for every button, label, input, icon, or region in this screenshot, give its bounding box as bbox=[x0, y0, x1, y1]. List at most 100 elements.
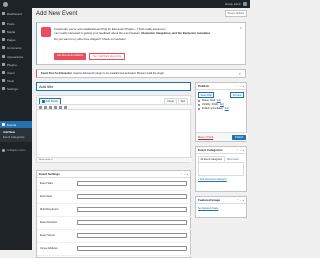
get-addons-button[interactable]: Get Elementor Addons bbox=[54, 53, 87, 61]
move-to-trash-link[interactable]: Move to Trash bbox=[198, 136, 213, 139]
chevron-up-icon[interactable]: ⌃ bbox=[236, 149, 238, 152]
screen-options-button[interactable]: Screen Options bbox=[224, 10, 247, 17]
editor-toolbar bbox=[37, 104, 192, 110]
text-input[interactable] bbox=[77, 207, 187, 212]
sidebar-item-media[interactable]: Media bbox=[0, 28, 32, 35]
chevron-up-icon[interactable]: ⌃ bbox=[180, 173, 182, 176]
category-checklist[interactable] bbox=[198, 161, 244, 176]
close-icon[interactable]: ✕ bbox=[238, 72, 241, 76]
add-category-link[interactable]: + Add New Event Category bbox=[196, 176, 246, 183]
text-input[interactable] bbox=[77, 181, 187, 186]
sidebar-item-events[interactable]: Events bbox=[0, 121, 32, 128]
think-later-button[interactable]: No, I will think about this bbox=[89, 53, 126, 61]
content-editor[interactable]: Add Media Visual Text Word count: 0 bbox=[36, 95, 192, 163]
triangle-toggle-icon[interactable]: ▴ bbox=[243, 149, 244, 152]
notice-text: requires Elementor plugin to be installe… bbox=[73, 72, 165, 75]
collapse-label: Collapse menu bbox=[7, 148, 26, 152]
box-title: Event Settings bbox=[39, 172, 60, 176]
wordpress-logo-icon[interactable] bbox=[3, 1, 8, 7]
text-input[interactable] bbox=[77, 233, 187, 238]
quote-icon[interactable] bbox=[54, 105, 57, 109]
page-icon bbox=[2, 38, 5, 41]
sidebar-item-comments[interactable]: Comments bbox=[0, 44, 32, 51]
publish-time-edit-link[interactable]: Edit bbox=[225, 107, 229, 111]
event-settings-header[interactable]: Event Settings ⌃ ⌄ ▴ bbox=[37, 171, 190, 178]
sidebar-item-label: Posts bbox=[7, 21, 15, 26]
submenu-event-categories[interactable]: Event Categories bbox=[3, 135, 24, 139]
chevron-up-icon[interactable]: ⌃ bbox=[236, 199, 238, 202]
field-label: Event End bbox=[40, 195, 52, 198]
chevron-up-icon[interactable]: ⌃ bbox=[236, 85, 238, 88]
notice-text: It looks like you've just installed Even… bbox=[54, 27, 229, 41]
publish-box: Publish ⌃ ⌄ ▴ Save Draft Preview Status: D… bbox=[195, 82, 248, 142]
publish-misc: Status: Draft Edit Visibility: Public Edit… bbox=[196, 98, 246, 112]
avatar[interactable] bbox=[243, 2, 247, 6]
set-featured-image-link[interactable]: Set featured image bbox=[196, 204, 246, 213]
link-icon[interactable] bbox=[49, 105, 52, 109]
categories-header[interactable]: Event Categories ⌃ ⌄ ▴ bbox=[196, 147, 246, 154]
media-icon bbox=[42, 100, 45, 103]
events-submenu: Add New Event Categories bbox=[0, 128, 32, 142]
main-content: Add New Event Screen Options It looks li… bbox=[32, 8, 250, 258]
sidebar-item-label: Media bbox=[7, 29, 16, 34]
submenu-add-new[interactable]: Add New bbox=[3, 130, 15, 134]
sidebar-item-settings[interactable]: Settings bbox=[0, 85, 32, 92]
box-title: Publish bbox=[198, 84, 209, 88]
list-icon[interactable] bbox=[59, 105, 62, 109]
text-input[interactable] bbox=[77, 246, 187, 251]
collapse-icon bbox=[2, 148, 5, 152]
title-input[interactable]: Add title bbox=[36, 82, 191, 91]
notice-bold: Elementor integration, and the Elementor… bbox=[141, 31, 212, 35]
page-title: Add New Event bbox=[36, 11, 78, 17]
tab-all-categories[interactable]: All Event Categories bbox=[198, 156, 225, 162]
event-start-field: Event Start bbox=[37, 178, 192, 191]
chevron-down-icon[interactable]: ⌄ bbox=[240, 199, 242, 202]
sidebar-item-appearance[interactable]: Appearance bbox=[0, 53, 32, 60]
text-input[interactable] bbox=[77, 220, 187, 225]
publish-button[interactable]: Publish bbox=[232, 134, 246, 140]
event-venue-field: Event Venue bbox=[37, 230, 192, 243]
sidebar-item-label: Tools bbox=[7, 78, 15, 83]
event-settings-box: Event Settings ⌃ ⌄ ▴ Event Start Event End… bbox=[36, 170, 192, 258]
tab-most-used[interactable]: Most Used bbox=[225, 156, 241, 162]
sidebar-item-label: Appearance bbox=[7, 54, 24, 59]
sidebar-item-tools[interactable]: Tools bbox=[0, 77, 32, 84]
word-count: Word count: 0 bbox=[37, 157, 192, 162]
text-input[interactable] bbox=[77, 194, 187, 199]
field-label: Multi-Day Event bbox=[40, 208, 59, 211]
triangle-toggle-icon[interactable]: ▴ bbox=[243, 85, 244, 88]
pin-icon bbox=[198, 99, 201, 103]
sidebar-item-label: Events bbox=[7, 122, 17, 127]
box-title: Event Categories bbox=[198, 148, 223, 152]
chevron-down-icon[interactable]: ⌄ bbox=[184, 173, 186, 176]
chevron-down-icon[interactable]: ⌄ bbox=[240, 149, 242, 152]
media-icon bbox=[2, 30, 5, 33]
brush-icon bbox=[2, 55, 5, 58]
box-title: Featured image bbox=[198, 198, 221, 202]
add-media-label: Add Media bbox=[45, 99, 58, 103]
close-icon[interactable]: ✕ bbox=[239, 26, 242, 30]
triangle-toggle-icon[interactable]: ▴ bbox=[187, 173, 188, 176]
publish-header[interactable]: Publish ⌃ ⌄ ▴ bbox=[196, 83, 246, 90]
bold-icon[interactable] bbox=[39, 105, 42, 109]
calendar-icon bbox=[2, 123, 5, 126]
sidebar-item-label: Comments bbox=[7, 45, 22, 50]
code-icon[interactable] bbox=[64, 105, 67, 109]
sidebar-item-pages[interactable]: Pages bbox=[0, 36, 32, 43]
collapse-menu[interactable]: Collapse menu bbox=[2, 148, 26, 152]
howdy-text[interactable]: Howdy, admin bbox=[225, 3, 241, 6]
sidebar-item-label: Settings bbox=[7, 86, 18, 91]
chevron-down-icon[interactable]: ⌄ bbox=[240, 85, 242, 88]
notice-line: I am really interested in getting your f… bbox=[54, 31, 142, 35]
preview-button[interactable]: Preview bbox=[230, 92, 244, 99]
sidebar-item-users[interactable]: Users bbox=[0, 69, 32, 76]
event-duration-field: Event Duration bbox=[37, 217, 192, 230]
plugin-notice: It looks like you've just installed Even… bbox=[36, 22, 246, 65]
sidebar-item-dashboard[interactable]: Dashboard bbox=[0, 10, 32, 17]
triangle-toggle-icon[interactable]: ▴ bbox=[243, 199, 244, 202]
save-draft-button[interactable]: Save Draft bbox=[198, 92, 215, 99]
featured-image-header[interactable]: Featured image ⌃ ⌄ ▴ bbox=[196, 197, 246, 204]
sidebar-item-posts[interactable]: Posts bbox=[0, 20, 32, 27]
italic-icon[interactable] bbox=[44, 105, 47, 109]
sidebar-item-plugins[interactable]: Plugins bbox=[0, 61, 32, 68]
